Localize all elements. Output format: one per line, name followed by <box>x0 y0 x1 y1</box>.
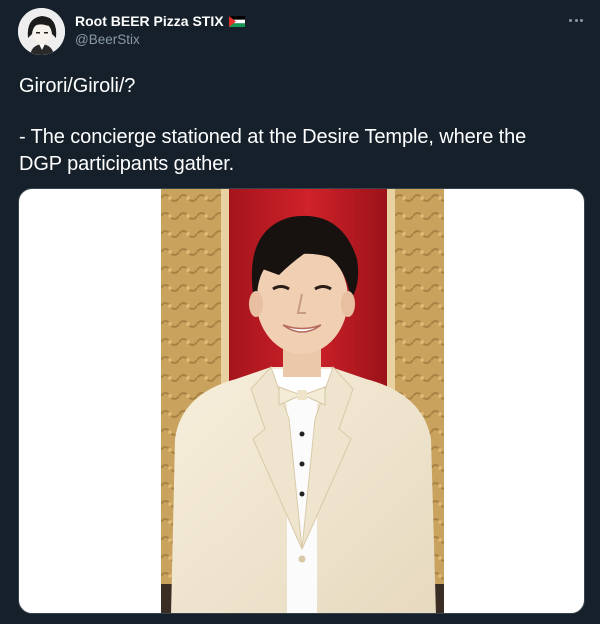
tweet-media[interactable] <box>18 188 585 614</box>
more-dots-icon <box>569 18 573 22</box>
author-handle[interactable]: @BeerStix <box>75 32 140 47</box>
anime-avatar-icon <box>18 8 65 55</box>
tweet-text-line-2: - The concierge stationed at the Desire … <box>19 126 527 148</box>
more-options-button[interactable] <box>562 10 590 30</box>
tweet: Root BEER Pizza STIX @BeerStix Girori/Gi… <box>0 0 600 624</box>
palestine-flag-icon <box>228 15 245 27</box>
tweet-text-line-3: DGP participants gather. <box>19 153 235 175</box>
author-name-text: Root BEER Pizza STIX <box>75 13 224 29</box>
tweet-text-line-1: Girori/Giroli/? <box>19 75 136 97</box>
avatar[interactable] <box>18 8 65 55</box>
tweet-photo[interactable] <box>161 189 444 613</box>
photo-person-white-suit <box>161 189 444 613</box>
author-display-name[interactable]: Root BEER Pizza STIX <box>75 13 245 29</box>
